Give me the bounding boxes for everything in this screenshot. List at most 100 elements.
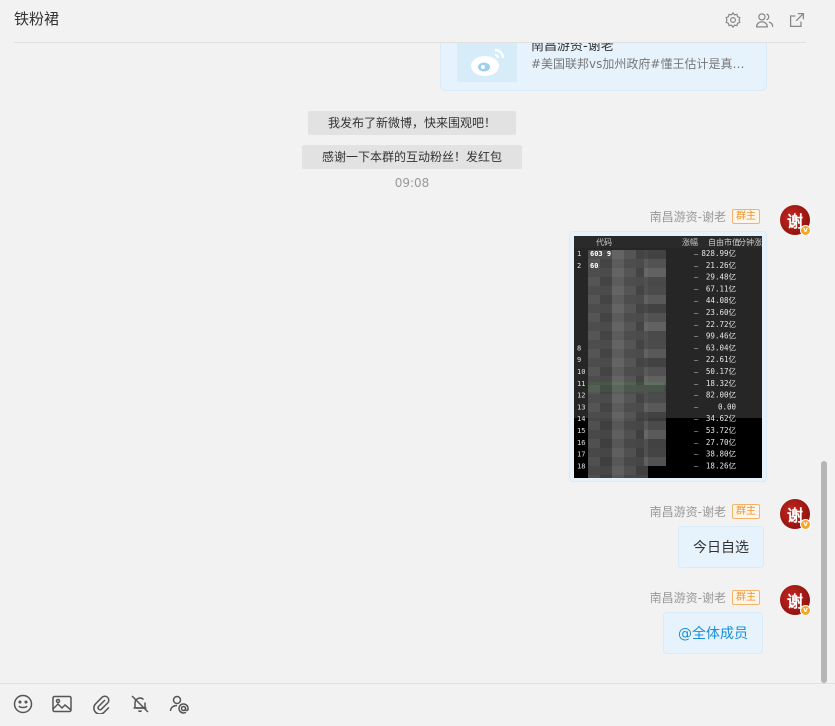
mention-all-message[interactable]: @全体成员 — [663, 612, 763, 654]
settings-icon[interactable] — [723, 10, 743, 30]
row-dash: — — [694, 462, 699, 470]
table-header-label: 涨幅 — [682, 237, 698, 247]
blurred-block — [612, 304, 624, 313]
blurred-block — [588, 322, 600, 331]
table-header-label: 自由市值 — [708, 237, 740, 247]
blurred-block — [588, 286, 600, 295]
row-market-value: 99.46亿 — [706, 331, 737, 341]
toolbar-tools — [12, 693, 190, 715]
image-icon[interactable] — [51, 693, 73, 715]
blurred-block — [624, 430, 636, 439]
avatar[interactable]: 谢 v — [780, 585, 811, 616]
blurred-block — [644, 367, 666, 376]
blurred-block — [588, 331, 600, 340]
chat-scrollbar[interactable] — [820, 43, 828, 683]
blurred-block — [600, 268, 612, 277]
mute-notification-icon[interactable] — [129, 693, 151, 715]
blurred-block — [644, 394, 666, 403]
blurred-block — [588, 277, 600, 286]
input-toolbar — [0, 683, 835, 726]
blurred-block — [624, 466, 636, 475]
scrollbar-thumb[interactable] — [821, 461, 827, 683]
blurred-block — [612, 268, 624, 277]
blurred-block — [612, 250, 624, 259]
stock-table-image: 代码 涨幅 自由市值分钟涨 1 603 9 — 828.99亿 2 60 — 21.26亿 — 29.4… — [574, 236, 762, 478]
verified-icon: v — [800, 605, 811, 616]
blurred-block — [600, 367, 612, 376]
blurred-block — [600, 304, 612, 313]
row-index: 17 — [577, 451, 585, 459]
row-market-value: 38.80亿 — [706, 449, 737, 459]
blurred-block — [600, 286, 612, 295]
blurred-block — [612, 259, 624, 268]
row-index: 15 — [577, 427, 585, 435]
blurred-block — [644, 340, 666, 349]
row-market-value: 82.00亿 — [706, 390, 737, 400]
message-timestamp: 09:08 — [394, 176, 430, 190]
row-index: 13 — [577, 403, 585, 411]
blurred-block — [624, 268, 636, 277]
blurred-block — [644, 376, 666, 385]
blurred-block — [612, 367, 624, 376]
blurred-block — [612, 457, 624, 466]
blurred-block — [644, 421, 666, 430]
blurred-block — [588, 367, 600, 376]
blurred-block — [600, 295, 612, 304]
blurred-block — [612, 421, 624, 430]
blurred-block — [600, 475, 612, 478]
row-market-value: 0.00 — [718, 402, 737, 411]
blurred-block — [612, 448, 624, 457]
blurred-block — [644, 304, 666, 313]
blurred-block — [624, 358, 636, 367]
blurred-block — [588, 394, 600, 403]
avatar[interactable]: 谢 v — [780, 205, 811, 236]
open-external-icon[interactable] — [787, 10, 807, 30]
avatar[interactable]: 谢 v — [780, 499, 811, 530]
chat-title: 铁粉裙 — [14, 10, 60, 28]
blurred-block — [624, 340, 636, 349]
blurred-block — [600, 421, 612, 430]
row-market-value: 27.70亿 — [706, 437, 737, 447]
row-index: 16 — [577, 439, 585, 447]
row-index: 11 — [577, 380, 585, 388]
blurred-block — [588, 439, 600, 448]
row-index: 1 — [577, 250, 581, 258]
blurred-block — [600, 322, 612, 331]
blurred-block — [612, 394, 624, 403]
blurred-block — [600, 439, 612, 448]
blurred-block — [644, 268, 666, 277]
blurred-block — [612, 376, 624, 385]
blurred-block — [600, 385, 612, 394]
row-market-value: 22.72亿 — [706, 319, 737, 329]
sender-name: 南昌游资-谢老 — [649, 505, 726, 519]
row-dash: — — [694, 439, 699, 447]
verified-icon: v — [800, 225, 811, 236]
row-market-value: 21.26亿 — [706, 260, 737, 270]
blurred-block — [624, 349, 636, 358]
system-message: 我发布了新微博，快来围观吧！ — [308, 111, 516, 135]
blurred-block — [644, 430, 666, 439]
image-message[interactable]: 代码 涨幅 自由市值 分钟涨 1 603 9 — 828.99亿 2 60 — 21.26亿 — 29.4… — [569, 231, 767, 482]
blurred-block — [588, 403, 600, 412]
blurred-block — [624, 313, 636, 322]
group-members-icon[interactable] — [755, 10, 775, 30]
table-header-label: 分钟涨 — [738, 237, 762, 247]
row-market-value: 18.32亿 — [706, 378, 737, 388]
row-market-value: 67.11亿 — [706, 283, 737, 293]
verified-icon: v — [800, 519, 811, 530]
blurred-block — [612, 313, 624, 322]
blurred-block — [588, 448, 600, 457]
emoji-icon[interactable] — [12, 693, 34, 715]
blurred-block — [612, 430, 624, 439]
blurred-block — [612, 349, 624, 358]
text-message[interactable]: 今日自选 — [678, 526, 764, 568]
shared-post-card[interactable]: 南昌游资-谢老 #美国联邦vs加州政府#懂王估计是真的… — [440, 43, 767, 91]
blurred-block — [624, 286, 636, 295]
attachment-icon[interactable] — [90, 693, 112, 715]
owner-badge: 群主 — [732, 590, 760, 605]
blurred-block — [644, 439, 666, 448]
blurred-block — [588, 376, 600, 385]
blurred-block — [644, 250, 666, 259]
message-sender: 南昌游资-谢老 群主 — [650, 589, 760, 606]
mention-icon[interactable] — [168, 693, 190, 715]
